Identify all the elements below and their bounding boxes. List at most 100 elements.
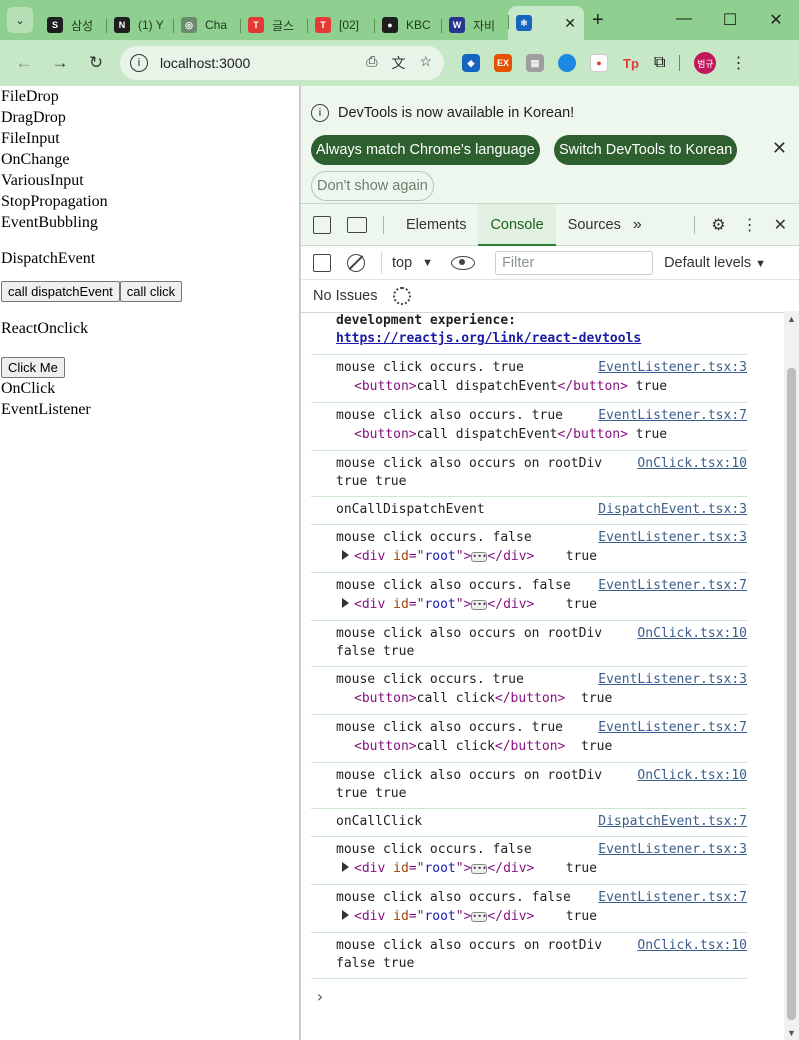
log-source-link[interactable]: EventListener.tsx:3 (598, 841, 747, 859)
install-icon[interactable]: ⎙ (366, 53, 377, 73)
log-levels-dropdown[interactable]: Default levels ▼ (664, 255, 766, 271)
bitwarden-icon[interactable]: ◆ (462, 54, 480, 72)
device-toolbar-icon[interactable] (347, 216, 367, 233)
nav-link[interactable]: VariousInput (0, 170, 299, 191)
collapsed-children-icon[interactable]: ••• (471, 863, 488, 874)
tab-console[interactable]: Console (478, 203, 556, 246)
extension-tp-icon[interactable]: Tp (622, 54, 640, 72)
log-source-link[interactable]: EventListener.tsx:7 (598, 577, 747, 595)
nav-link[interactable]: DragDrop (0, 107, 299, 128)
scroll-down-icon[interactable]: ▼ (787, 1028, 796, 1038)
log-source-link[interactable]: EventListener.tsx:3 (598, 359, 747, 377)
tab-elements[interactable]: Elements (394, 204, 478, 246)
extension-ex-icon[interactable]: EX (494, 54, 512, 72)
profile-avatar[interactable]: 범규 (694, 52, 717, 74)
tab-sources[interactable]: Sources (556, 204, 633, 246)
nav-link[interactable]: FileDrop (0, 86, 299, 107)
no-issues-label[interactable]: No Issues (313, 288, 377, 304)
log-element-node[interactable]: <div id="root">•••</div> true (336, 907, 747, 927)
log-element-node[interactable]: <div id="root">•••</div> true (336, 547, 747, 567)
new-tab-button[interactable]: + (592, 9, 604, 32)
extension-tabs-icon[interactable]: ▤ (526, 54, 544, 72)
puzzle-icon[interactable]: ⧉ (654, 54, 665, 72)
forward-button[interactable]: → (42, 53, 78, 73)
close-devtools-icon[interactable]: ✕ (774, 215, 787, 235)
log-source-link[interactable]: EventListener.tsx:3 (598, 529, 747, 547)
expand-triangle-icon[interactable] (342, 598, 349, 608)
log-source-link[interactable]: DispatchEvent.tsx:3 (598, 501, 747, 519)
browser-tab[interactable]: S 삼성 (39, 10, 106, 40)
extension-record-icon[interactable]: ● (590, 54, 608, 72)
browser-tab[interactable]: ● KBC (374, 10, 441, 40)
nav-link[interactable]: OnChange (0, 149, 299, 170)
collapsed-children-icon[interactable]: ••• (471, 551, 488, 562)
console-settings-icon[interactable] (393, 287, 412, 305)
context-label[interactable]: top (392, 255, 412, 271)
more-tabs-icon[interactable]: » (633, 216, 642, 234)
log-source-link[interactable]: EventListener.tsx:7 (598, 719, 747, 737)
expand-triangle-icon[interactable] (342, 910, 349, 920)
browser-tab[interactable]: T 글스 (240, 10, 307, 40)
inspect-element-icon[interactable] (313, 215, 331, 234)
browser-tab[interactable]: N (1) Y (106, 10, 173, 40)
console-prompt[interactable]: › (315, 987, 785, 1006)
nav-link[interactable]: EventBubbling (0, 212, 299, 233)
browser-tab[interactable]: W 자비 (441, 10, 508, 40)
site-info-icon[interactable]: i (130, 54, 148, 72)
minimize-icon[interactable]: — (661, 10, 707, 30)
log-element-node[interactable]: <button>call dispatchEvent</button> true (336, 377, 747, 397)
close-icon[interactable]: ✕ (772, 138, 787, 159)
kebab-menu-icon[interactable]: ⋮ (730, 53, 746, 73)
console-output[interactable]: development experience: https://reactjs.… (301, 311, 785, 1040)
collapsed-children-icon[interactable]: ••• (471, 599, 488, 610)
console-scrollbar[interactable]: ▲ ▼ (784, 311, 799, 1040)
log-source-link[interactable]: EventListener.tsx:7 (598, 407, 747, 425)
click-me-button[interactable]: Click Me (1, 357, 65, 378)
log-element-node[interactable]: <button>call click</button> true (336, 737, 747, 757)
log-source-link[interactable]: EventListener.tsx:7 (598, 889, 747, 907)
url-text[interactable]: localhost:3000 (160, 55, 250, 71)
log-source-link[interactable]: OnClick.tsx:10 (637, 937, 747, 955)
switch-to-korean-button[interactable]: Switch DevTools to Korean (554, 135, 738, 165)
log-source-link[interactable]: OnClick.tsx:10 (637, 767, 747, 785)
customize-menu-icon[interactable]: ⋮ (742, 215, 758, 235)
clear-console-icon[interactable] (347, 253, 365, 272)
always-match-language-button[interactable]: Always match Chrome's language (311, 135, 540, 165)
bookmark-star-icon[interactable]: ☆ (419, 53, 432, 73)
address-bar[interactable]: i localhost:3000 ⎙ 文 ☆ (120, 46, 444, 80)
sidebar-toggle-icon[interactable] (313, 253, 331, 272)
browser-tab[interactable]: ◎ Cha (173, 10, 240, 40)
call-dispatch-event-button[interactable]: call dispatchEvent (1, 281, 120, 302)
nav-link[interactable]: FileInput (0, 128, 299, 149)
expand-triangle-icon[interactable] (342, 550, 349, 560)
extension-dot-icon[interactable] (558, 54, 576, 72)
scroll-up-icon[interactable]: ▲ (787, 314, 796, 324)
log-element-node[interactable]: <div id="root">•••</div> true (336, 595, 747, 615)
translate-icon[interactable]: 文 (391, 53, 405, 73)
filter-input[interactable]: Filter (495, 250, 654, 275)
tab-search-button[interactable]: ⌄ (7, 7, 33, 33)
log-element-node[interactable]: <div id="root">•••</div> true (336, 859, 747, 879)
log-element-node[interactable]: <button>call dispatchEvent</button> true (336, 425, 747, 445)
log-source-link[interactable]: OnClick.tsx:10 (637, 455, 747, 473)
dont-show-again-button[interactable]: Don't show again (311, 171, 434, 201)
log-source-link[interactable]: EventListener.tsx:3 (598, 671, 747, 689)
react-devtools-link[interactable]: https://reactjs.org/link/react-devtools (336, 331, 641, 346)
reload-button[interactable]: ↻ (78, 53, 114, 73)
log-element-node[interactable]: <button>call click</button> true (336, 689, 747, 709)
collapsed-children-icon[interactable]: ••• (471, 911, 488, 922)
browser-tab[interactable]: ⚛ ✕ (508, 6, 584, 40)
settings-gear-icon[interactable]: ⚙ (711, 215, 725, 235)
call-click-button[interactable]: call click (119, 281, 183, 302)
expand-triangle-icon[interactable] (342, 862, 349, 872)
log-levels-label[interactable]: Default levels (664, 255, 751, 271)
log-source-link[interactable]: OnClick.tsx:10 (637, 625, 747, 643)
back-button[interactable]: ← (6, 53, 42, 73)
close-window-icon[interactable]: ✕ (753, 10, 799, 30)
log-source-link[interactable]: DispatchEvent.tsx:7 (598, 813, 747, 831)
live-expression-eye-icon[interactable] (451, 255, 476, 270)
scrollbar-thumb[interactable] (787, 368, 796, 1020)
maximize-icon[interactable]: ☐ (707, 10, 753, 30)
context-selector[interactable]: top ▼ (381, 251, 433, 274)
tab-close-icon[interactable]: ✕ (564, 15, 576, 32)
